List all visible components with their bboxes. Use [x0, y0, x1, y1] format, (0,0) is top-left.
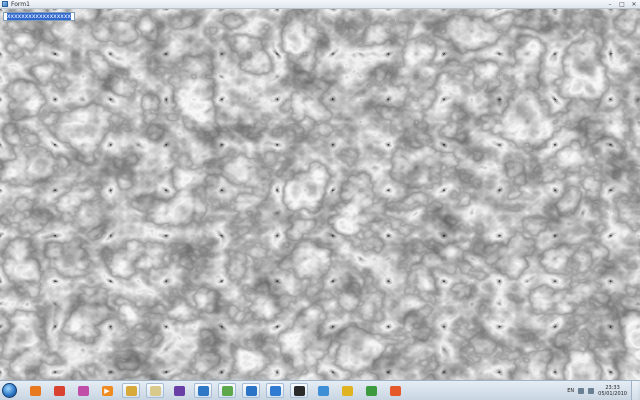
network-icon[interactable] — [578, 387, 585, 394]
taskbar-button-firefox[interactable] — [26, 383, 44, 398]
maximize-button[interactable]: □ — [618, 1, 626, 8]
render-canvas[interactable] — [0, 9, 640, 380]
taskbar: ▶ EN 23:33 05/01/2010 — [0, 380, 640, 400]
system-tray: EN 23:33 05/01/2010 — [567, 381, 638, 400]
media-player-icon: ▶ — [101, 385, 113, 396]
form-icon — [2, 1, 8, 7]
chrome-icon — [53, 385, 65, 396]
taskbar-button-app-globe[interactable] — [314, 383, 332, 398]
visual-studio-icon — [173, 385, 185, 396]
taskbar-button-console[interactable] — [290, 383, 308, 398]
output-textbox[interactable]: xxxxxxxxxxxxxxxxxx — [3, 12, 75, 21]
taskbar-button-chrome[interactable] — [50, 383, 68, 398]
app-yellow-icon — [341, 385, 353, 396]
taskbar-button-app-leaf[interactable] — [362, 383, 380, 398]
taskbar-button-visual-studio[interactable] — [170, 383, 188, 398]
app-globe-icon — [317, 385, 329, 396]
app-doc-icon — [245, 385, 257, 396]
taskbar-button-app-yellow[interactable] — [338, 383, 356, 398]
taskbar-button-form1[interactable] — [266, 383, 284, 398]
window-title: Form1 — [11, 1, 30, 8]
taskbar-button-paint[interactable] — [386, 383, 404, 398]
taskbar-button-media-player[interactable]: ▶ — [98, 383, 116, 398]
firefox-icon — [29, 385, 41, 396]
taskbar-button-notepad[interactable] — [146, 383, 164, 398]
taskbar-button-app-blue[interactable] — [194, 383, 212, 398]
form1-icon — [269, 385, 281, 396]
app-leaf-icon — [365, 385, 377, 396]
noise-texture-image — [0, 9, 640, 380]
volume-icon[interactable] — [588, 387, 595, 394]
title-bar[interactable]: Form1 – □ ✕ — [0, 0, 640, 9]
taskbar-button-picasa[interactable] — [74, 383, 92, 398]
show-desktop-button[interactable] — [631, 381, 638, 400]
app-window: Form1 – □ ✕ xxxxxxxxxxxxxxxxxx — [0, 0, 640, 380]
taskbar-button-app-doc[interactable] — [242, 383, 260, 398]
explorer-icon — [125, 385, 137, 396]
taskbar-button-app-green[interactable] — [218, 383, 236, 398]
picasa-icon — [77, 385, 89, 396]
caption-buttons: – □ ✕ — [606, 0, 638, 9]
console-icon — [293, 385, 305, 396]
minimize-button[interactable]: – — [606, 1, 614, 8]
paint-icon — [389, 385, 401, 396]
language-indicator[interactable]: EN — [567, 388, 574, 394]
clock[interactable]: 23:33 05/01/2010 — [598, 385, 627, 397]
windows-start-orb-icon[interactable] — [2, 383, 17, 398]
notepad-icon — [149, 385, 161, 396]
taskbar-button-explorer[interactable] — [122, 383, 140, 398]
close-button[interactable]: ✕ — [630, 1, 638, 8]
app-blue-icon — [197, 385, 209, 396]
clock-date: 05/01/2010 — [598, 390, 627, 397]
app-green-icon — [221, 385, 233, 396]
